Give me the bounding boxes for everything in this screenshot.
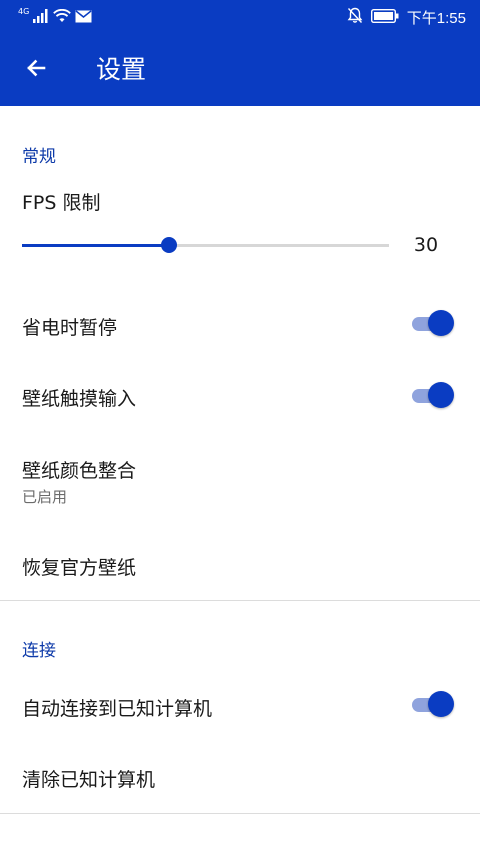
fps-limit-value: 30 — [413, 234, 439, 256]
notifications-off-icon — [347, 7, 363, 28]
restore-official-wallpaper-title: 恢复官方壁纸 — [22, 557, 137, 579]
wallpaper-color-integration-subtitle: 已启用 — [22, 488, 68, 506]
network-type-label: 4G — [18, 7, 30, 16]
switch-thumb — [428, 382, 454, 408]
arrow-back-icon — [24, 56, 48, 84]
fps-limit-title: FPS 限制 — [22, 192, 101, 214]
signal-icon — [33, 8, 49, 27]
slider-track-filled[interactable] — [22, 244, 169, 247]
switch-thumb — [428, 310, 454, 336]
status-bar: 4G 下午1:55 — [0, 0, 480, 34]
wallpaper-touch-input-switch[interactable] — [410, 382, 456, 410]
wallpaper-touch-input-title: 壁纸触摸输入 — [22, 388, 137, 410]
mail-icon — [75, 8, 92, 27]
section-divider — [0, 813, 480, 814]
status-time: 下午1:55 — [406, 9, 466, 27]
battery-icon — [370, 8, 399, 27]
section-header-connection: 连接 — [22, 641, 56, 661]
switch-thumb — [428, 691, 454, 717]
section-divider — [0, 600, 480, 601]
section-header-general: 常规 — [22, 147, 56, 167]
status-right-icons: 下午1:55 — [347, 6, 466, 28]
slider-thumb[interactable] — [161, 237, 177, 253]
pause-on-power-save-switch[interactable] — [410, 310, 456, 338]
auto-connect-title: 自动连接到已知计算机 — [22, 698, 213, 720]
app-bar: 设置 — [0, 34, 480, 106]
wifi-icon — [53, 8, 72, 27]
pause-on-power-save-title: 省电时暂停 — [22, 317, 118, 339]
wallpaper-color-integration-title: 壁纸颜色整合 — [22, 460, 137, 482]
back-button[interactable] — [14, 48, 58, 92]
clear-known-computers-title: 清除已知计算机 — [22, 769, 156, 791]
auto-connect-switch[interactable] — [410, 691, 456, 719]
page-title: 设置 — [96, 55, 147, 84]
status-left-icons: 4G — [18, 6, 92, 28]
